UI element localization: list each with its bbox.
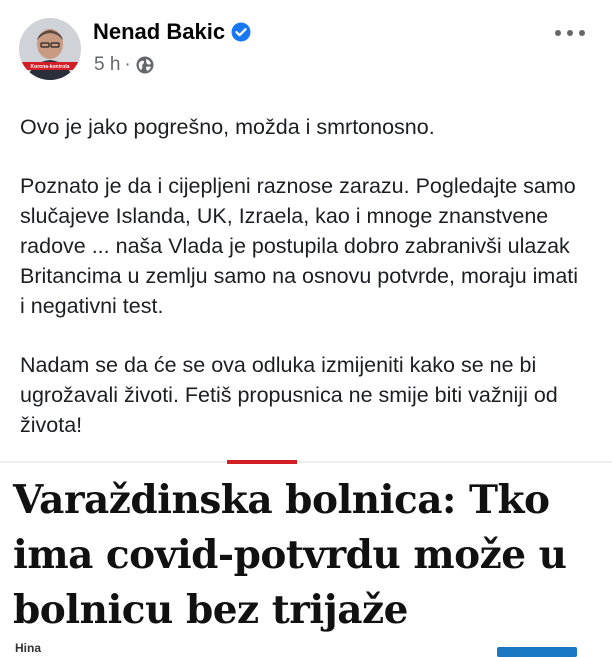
post-paragraph: Poznato je da i cijepljeni raznose zaraz…: [20, 174, 579, 318]
verified-badge-icon: [231, 22, 251, 42]
link-preview-divider: [0, 461, 612, 463]
article-headline[interactable]: Varaždinska bolnica: Tko ima covid-potvr…: [13, 473, 603, 638]
more-dot: [567, 30, 573, 36]
more-dot: [555, 30, 561, 36]
globe-icon: [136, 56, 154, 74]
post-paragraph: Nadam se da će se ova odluka izmijeniti …: [20, 353, 558, 437]
more-dot: [579, 30, 585, 36]
post-timestamp[interactable]: 5 h: [94, 54, 120, 76]
author-name[interactable]: Nenad Bakic: [93, 19, 225, 45]
avatar-image: Korona-kontrola: [19, 18, 81, 80]
article-action-button[interactable]: [497, 647, 577, 657]
meta-separator: ·: [124, 54, 131, 75]
avatar-caption: Korona-kontrola: [31, 64, 70, 70]
post-paragraph: Ovo je jako pogrešno, možda i smrtonosno…: [20, 115, 435, 139]
author-header: Nenad Bakic: [93, 19, 251, 45]
author-avatar[interactable]: Korona-kontrola: [19, 18, 81, 80]
more-options-button[interactable]: [555, 23, 585, 43]
post-body: Ovo je jako pogrešno, možda i smrtonosno…: [20, 112, 580, 469]
post-meta: 5 h ·: [94, 54, 155, 76]
article-accent-bar: [227, 460, 297, 464]
